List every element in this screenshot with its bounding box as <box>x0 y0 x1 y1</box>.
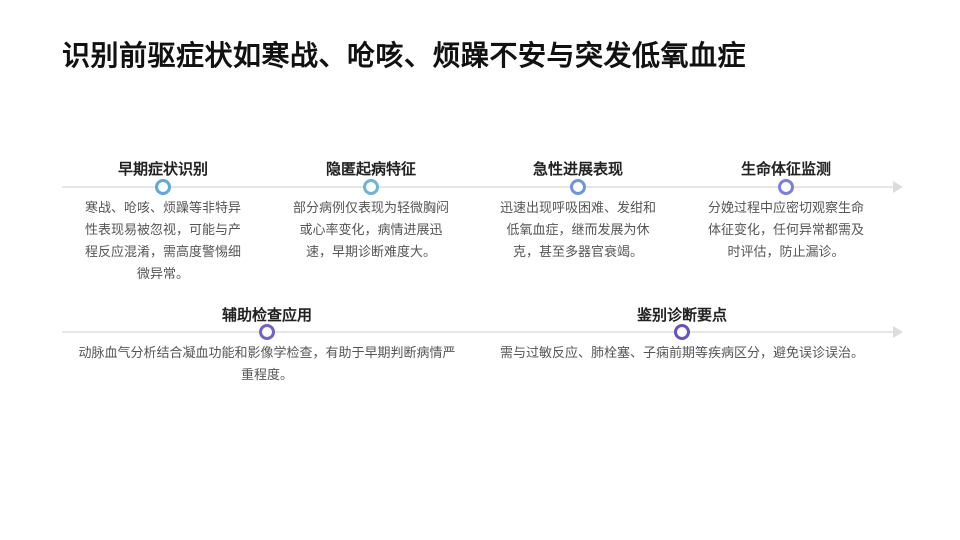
page-title: 识别前驱症状如寒战、呛咳、烦躁不安与突发低氧血症 <box>62 39 747 72</box>
step-desc-early-symptoms: 寒战、呛咳、烦躁等非特异性表现易被忽视，可能与产程反应混淆，需高度警惕细微异常。 <box>84 201 241 282</box>
step-desc-vital-signs: 分娩过程中应密切观察生命体征变化，任何异常都需及时评估，防止漏诊。 <box>707 201 864 260</box>
timeline-node-auxiliary-tests <box>259 324 275 340</box>
step-label-acute-progression: 急性进展表现 <box>532 160 624 178</box>
step-desc-differential-diagnosis: 需与过敏反应、肺栓塞、子痫前期等疾病区分，避免误诊误治。 <box>499 346 864 361</box>
step-desc-auxiliary-tests: 动脉血气分析结合凝血功能和影像学检查，有助于早期判断病情严重程度。 <box>78 346 456 383</box>
step-label-insidious-onset: 隐匿起病特征 <box>325 160 417 178</box>
arrow-right-icon <box>893 326 903 338</box>
timeline-node-acute-progression <box>570 179 586 195</box>
step-desc-acute-progression: 迅速出现呼吸困难、发绀和低氧血症，继而发展为休克，甚至多器官衰竭。 <box>499 201 656 260</box>
timeline-node-vital-signs <box>778 179 794 195</box>
timeline-node-differential-diagnosis <box>674 324 690 340</box>
timeline-track-1 <box>62 181 903 193</box>
step-desc-insidious-onset: 部分病例仅表现为轻微胸闷或心率变化，病情进展迅速，早期诊断难度大。 <box>292 201 449 260</box>
step-label-early-symptoms: 早期症状识别 <box>117 160 209 178</box>
arrow-right-icon <box>893 181 903 193</box>
timeline-node-early-symptoms <box>155 179 171 195</box>
step-label-vital-signs: 生命体征监测 <box>740 160 832 178</box>
timeline-track-2 <box>62 326 903 338</box>
step-label-differential-diagnosis: 鉴别诊断要点 <box>636 306 728 324</box>
timeline-node-insidious-onset <box>363 179 379 195</box>
step-label-auxiliary-tests: 辅助检查应用 <box>221 306 313 324</box>
